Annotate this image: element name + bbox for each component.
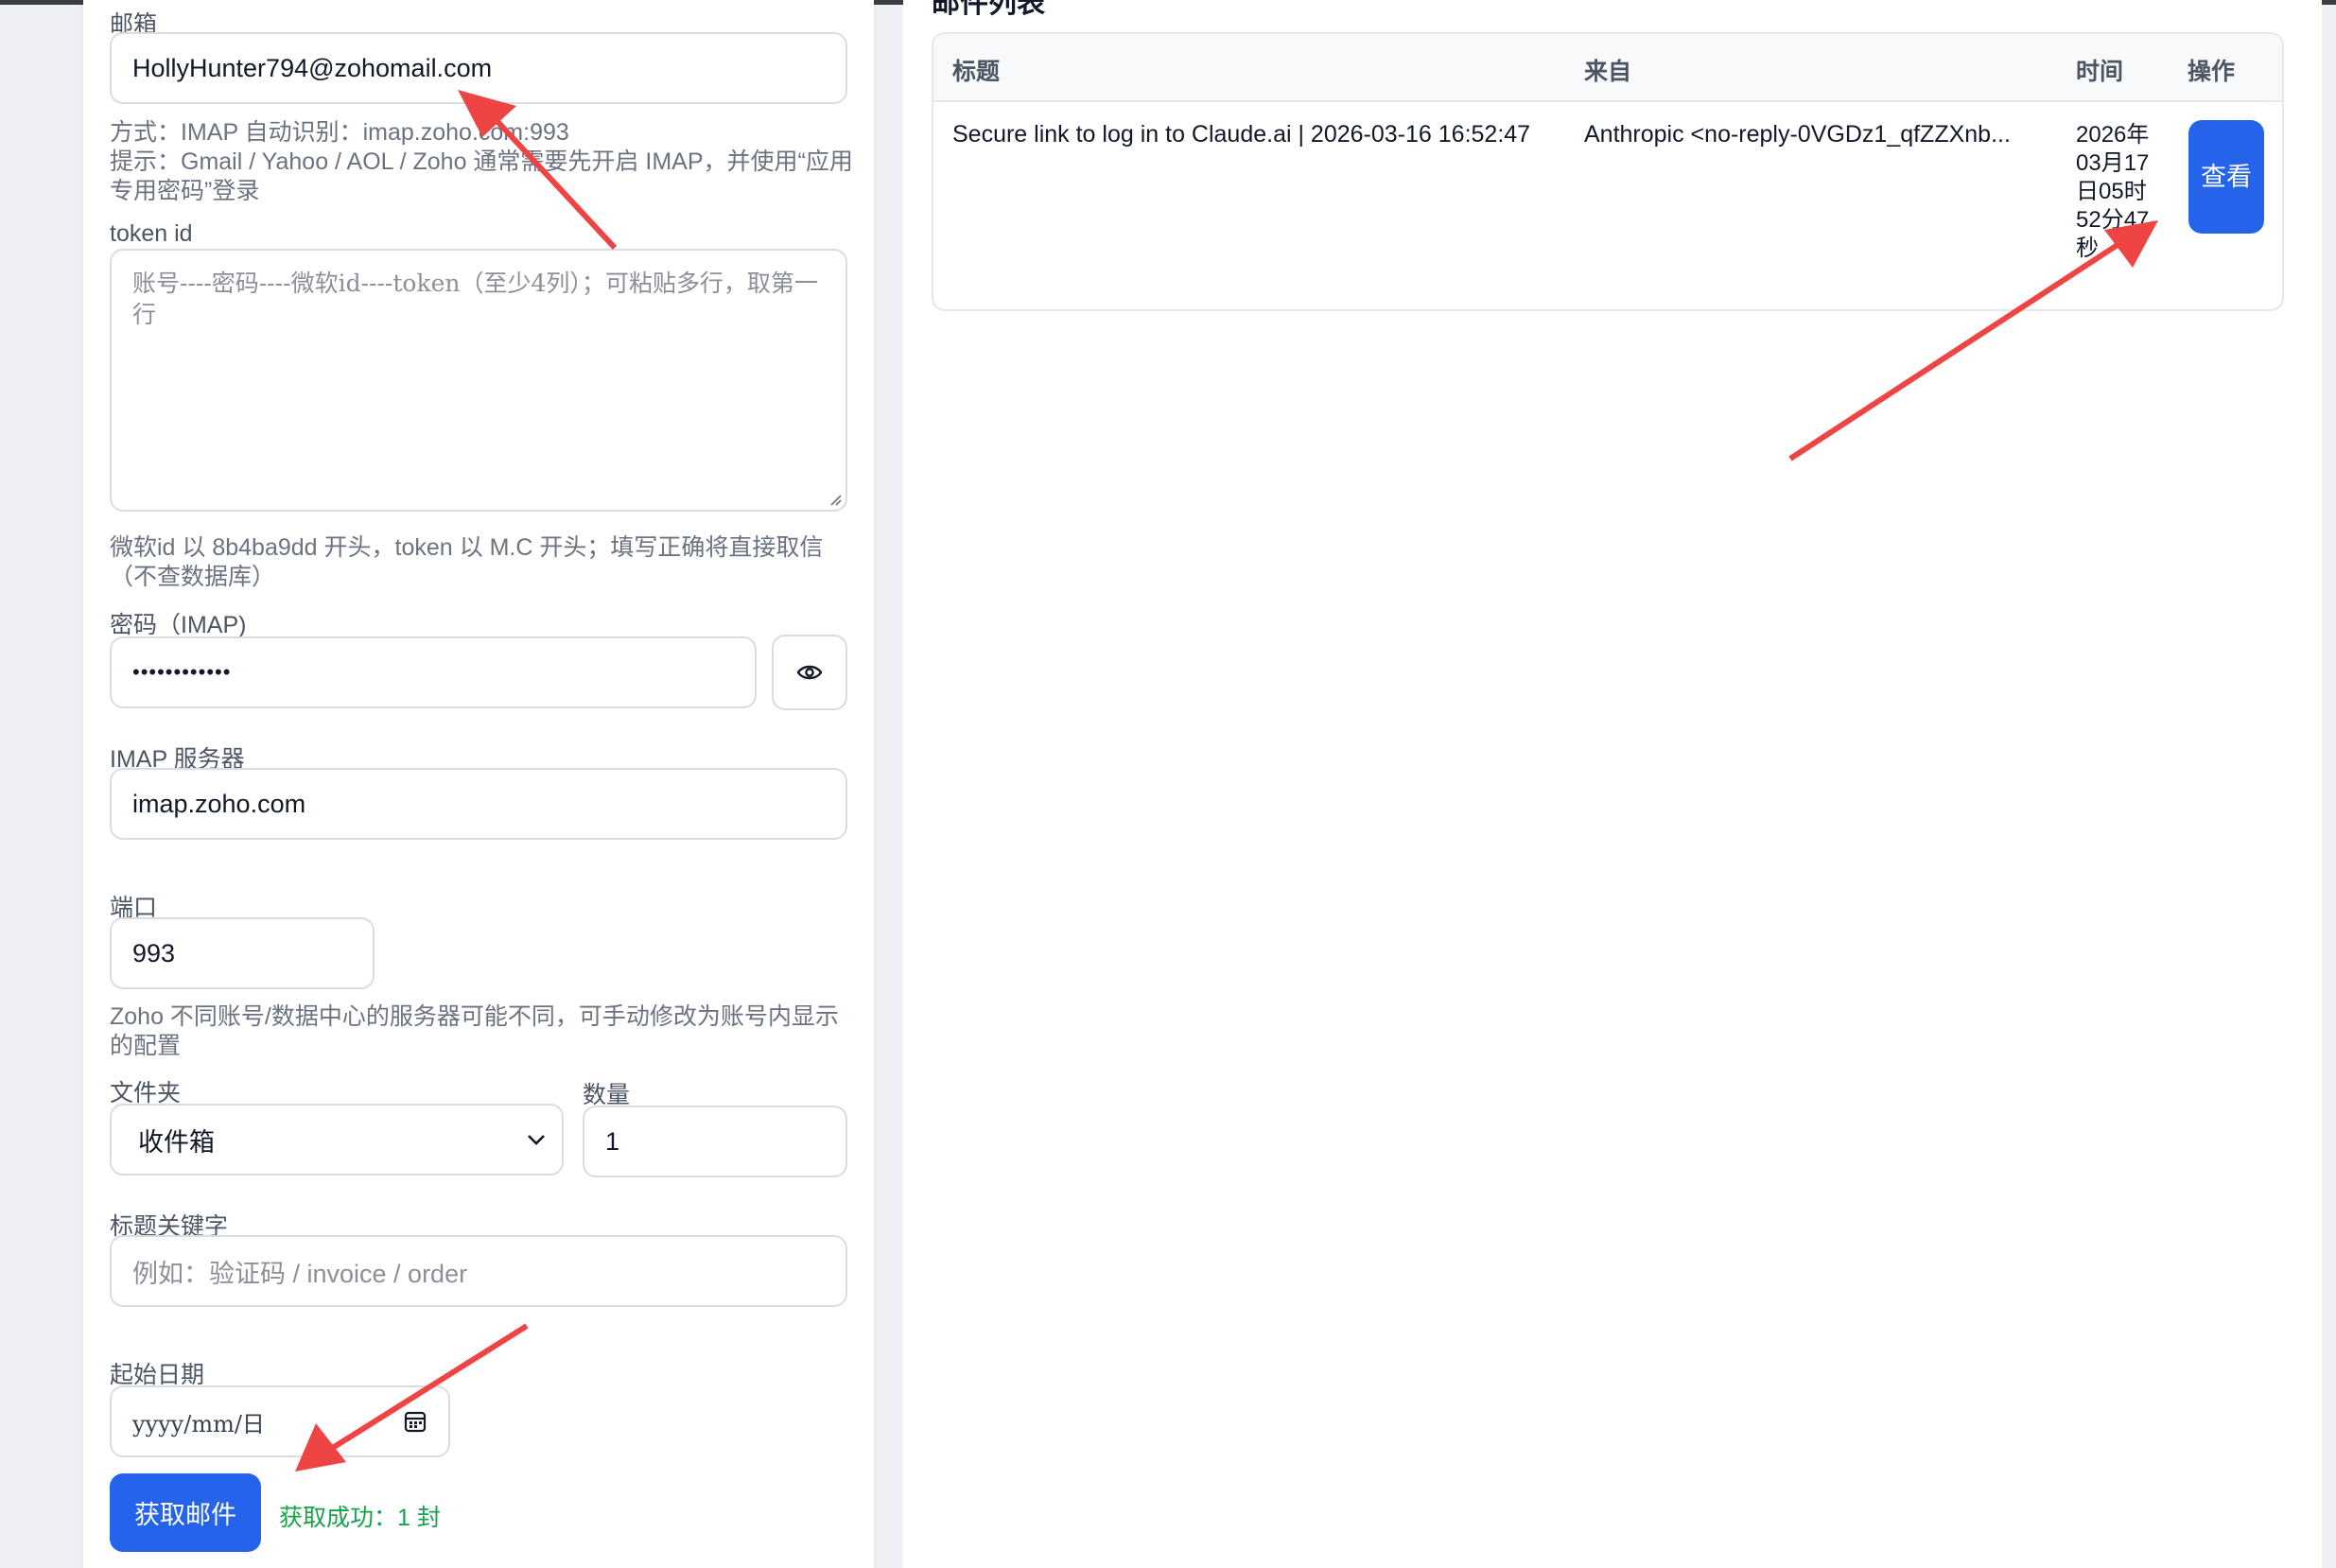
tip-hint: 提示：Gmail / Yahoo / AOL / Zoho 通常需要先开启 IM… — [110, 148, 853, 204]
imap-server-value: imap.zoho.com — [132, 789, 306, 818]
count-value: 1 — [605, 1126, 620, 1156]
token-placeholder: 账号----密码----微软id----token（至少4列）；可粘贴多行，取第… — [132, 270, 818, 328]
folder-select[interactable]: 收件箱 — [110, 1104, 564, 1176]
view-mail-button[interactable]: 查看 — [2188, 120, 2264, 234]
eye-icon — [796, 665, 823, 680]
mail-table: 标题 来自 时间 操作 Secure link to log in to Cla… — [932, 32, 2284, 311]
start-date-placeholder: yyyy/mm/日 — [132, 1410, 265, 1437]
table-header: 标题 来自 时间 操作 — [933, 34, 2282, 102]
column-header-subject[interactable]: 标题 — [952, 53, 1000, 87]
zoho-server-hint: Zoho 不同账号/数据中心的服务器可能不同，可手动修改为账号内显示的配置 — [110, 1003, 839, 1059]
token-hint: 微软id 以 8b4ba9dd 开头，token 以 M.C 开头；填写正确将直… — [110, 534, 824, 590]
keyword-input[interactable]: 例如：验证码 / invoice / order — [110, 1235, 847, 1307]
imap-server-input[interactable]: imap.zoho.com — [110, 768, 847, 840]
email-input[interactable]: HollyHunter794@zohomail.com — [110, 32, 847, 104]
fetch-mail-button[interactable]: 获取邮件 — [110, 1473, 261, 1552]
column-header-time[interactable]: 时间 — [2076, 53, 2123, 87]
resize-grip-icon[interactable] — [828, 493, 842, 506]
port-value: 993 — [132, 938, 176, 967]
port-input[interactable]: 993 — [110, 917, 375, 989]
mail-subject-cell: Secure link to log in to Claude.ai | 202… — [952, 121, 1531, 148]
token-textarea[interactable]: 账号----密码----微软id----token（至少4列）；可粘贴多行，取第… — [110, 249, 847, 512]
keyword-placeholder: 例如：验证码 / invoice / order — [132, 1259, 468, 1288]
folder-selected-value: 收件箱 — [138, 1127, 215, 1157]
column-header-action: 操作 — [2188, 59, 2236, 85]
mail-time-cell: 2026年03月17日05时52分47秒 — [2076, 122, 2150, 261]
token-label: token id — [110, 220, 193, 247]
method-hint: 方式：IMAP 自动识别：imap.zoho.com:993 — [110, 119, 569, 146]
fetch-status-text: 获取成功：1 封 — [279, 1505, 441, 1531]
mail-from-cell: Anthropic <no-reply-0VGDz1_qfZZXnb... — [1584, 121, 2011, 148]
password-input[interactable]: •••••••••••• — [110, 636, 757, 708]
password-label: 密码（IMAP) — [110, 612, 247, 638]
count-input[interactable]: 1 — [583, 1106, 847, 1177]
show-password-button[interactable] — [772, 635, 847, 710]
start-date-input[interactable]: yyyy/mm/日 — [110, 1385, 450, 1457]
column-header-from[interactable]: 来自 — [1584, 53, 1631, 87]
email-input-value: HollyHunter794@zohomail.com — [132, 53, 493, 82]
mail-list-title: 邮件列表 — [932, 0, 1045, 19]
password-input-value: •••••••••••• — [132, 660, 232, 684]
chevron-down-icon — [528, 1135, 545, 1145]
calendar-icon[interactable] — [403, 1409, 427, 1434]
